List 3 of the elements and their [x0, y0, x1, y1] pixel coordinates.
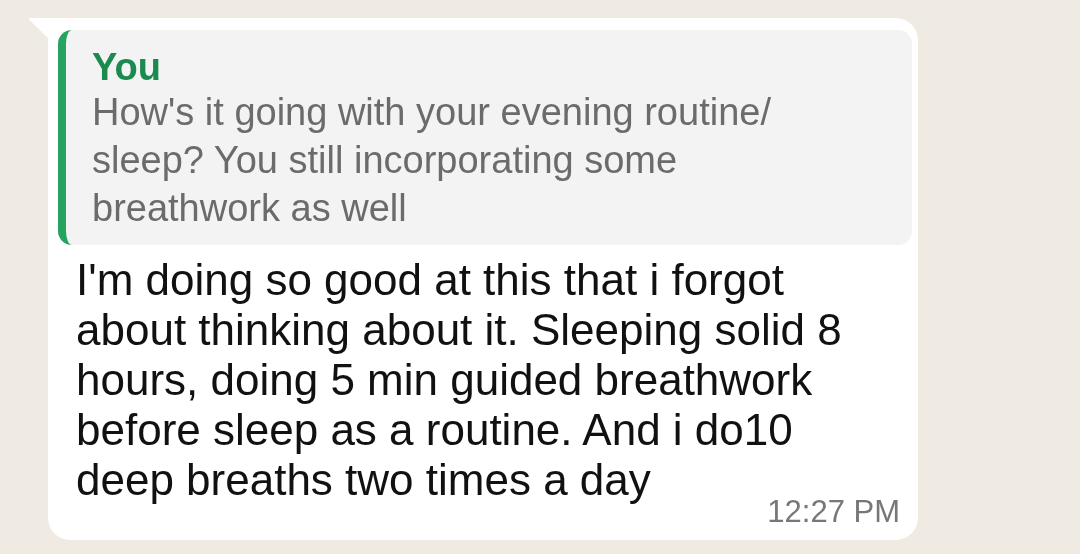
quote-text: How's it going with your evening routine/ sleep? You still incorporating some breathwork as well — [92, 90, 772, 231]
quote-author: You — [92, 46, 162, 88]
quoted-message[interactable]: You How's it going with your evening routine/ sleep? You still incorporating some breathwork as well — [58, 30, 912, 245]
